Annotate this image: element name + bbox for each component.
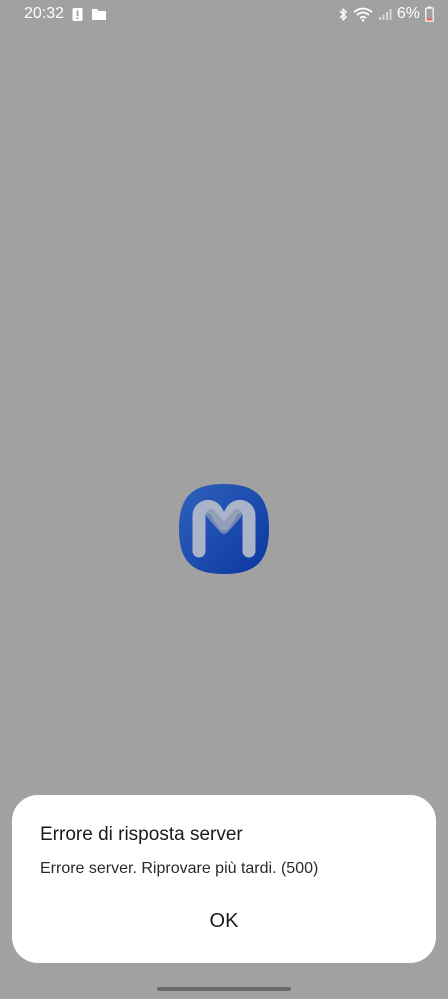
- wifi-icon: [353, 7, 373, 22]
- ok-button[interactable]: OK: [174, 901, 274, 941]
- dialog-title: Errore di risposta server: [40, 824, 243, 845]
- dialog-message: Errore server. Riprovare più tardi. (500…: [40, 860, 319, 877]
- bluetooth-icon: [338, 7, 348, 22]
- battery-percent: 6%: [396, 5, 420, 22]
- app-logo: [178, 483, 270, 575]
- navigation-handle[interactable]: [157, 987, 291, 991]
- status-time: 20:32: [24, 5, 65, 22]
- app-logo-m-icon: [179, 484, 269, 574]
- alert-icon: [72, 7, 83, 22]
- status-right: 6%: [338, 4, 434, 24]
- error-dialog: Errore di risposta server Errore server.…: [12, 795, 436, 963]
- signal-icon: [378, 7, 392, 21]
- status-bar: 20:32 6%: [0, 0, 448, 30]
- status-left: 20:32: [24, 4, 107, 24]
- folder-icon: [91, 7, 107, 21]
- battery-icon: [425, 6, 434, 22]
